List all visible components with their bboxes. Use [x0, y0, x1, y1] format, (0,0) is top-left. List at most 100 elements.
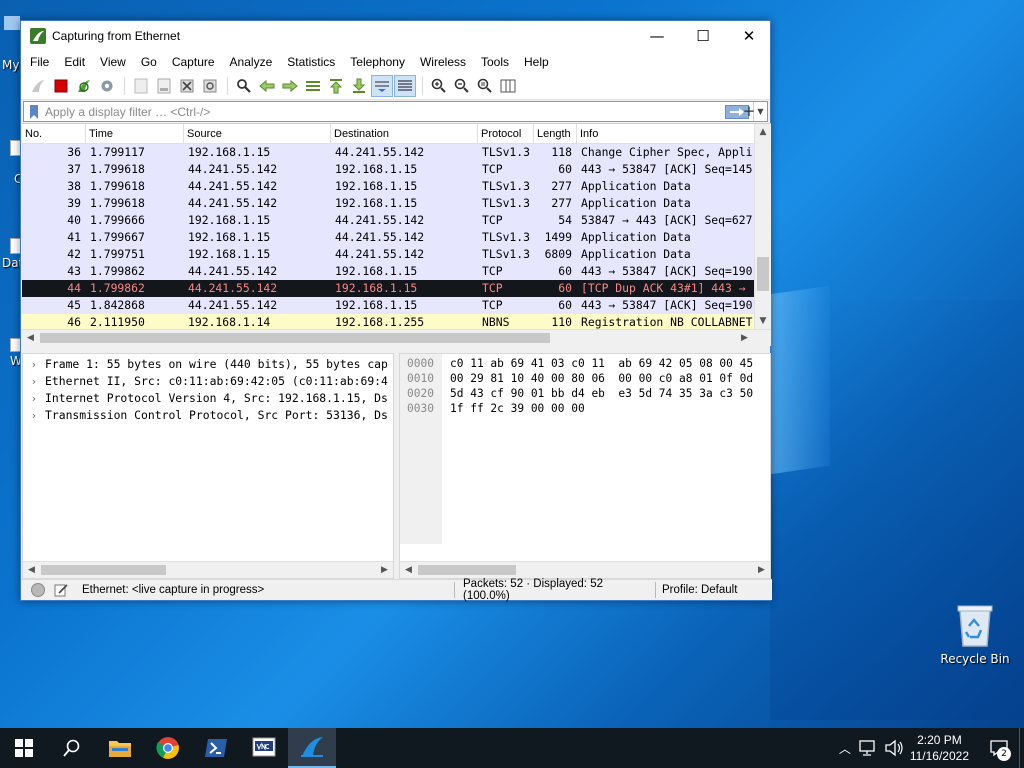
packet-row[interactable]: 42 1.799751 192.168.1.15 44.241.55.142 TLSv1…	[22, 246, 771, 263]
menu-statistics[interactable]: Statistics	[280, 51, 343, 73]
menu-capture[interactable]: Capture	[165, 51, 223, 73]
display-filter-input[interactable]	[41, 102, 725, 121]
save-file-icon[interactable]	[153, 75, 175, 97]
auto-scroll-icon[interactable]	[371, 75, 393, 97]
title-bar[interactable]: Capturing from Ethernet — ☐ ✕	[21, 21, 770, 51]
taskbar-chrome[interactable]	[144, 728, 192, 768]
colorize-icon[interactable]	[394, 75, 416, 97]
bytes-hscrollbar[interactable]: ◀ ▶	[400, 561, 770, 578]
scroll-thumb[interactable]	[418, 565, 516, 575]
hex-bytes[interactable]: 5d 43 cf 90 01 bb d4 eb e3 5d 74 35 3a c…	[442, 386, 753, 401]
stop-capture-icon[interactable]	[50, 75, 72, 97]
scroll-right-icon[interactable]: ▶	[376, 562, 393, 578]
capture-comment-icon[interactable]	[54, 583, 68, 597]
hex-bytes[interactable]: c0 11 ab 69 41 03 c0 11 ab 69 42 05 08 0…	[442, 356, 753, 371]
search-button[interactable]	[48, 728, 96, 768]
scroll-thumb[interactable]	[40, 333, 550, 343]
close-button[interactable]: ✕	[726, 21, 772, 51]
menu-edit[interactable]: Edit	[57, 51, 93, 73]
expand-chevron-icon[interactable]: ›	[23, 373, 45, 390]
menu-help[interactable]: Help	[517, 51, 557, 73]
details-hscrollbar[interactable]: ◀ ▶	[23, 561, 393, 578]
desktop-icon-partial[interactable]	[4, 14, 20, 54]
taskbar-file-explorer[interactable]	[96, 728, 144, 768]
packet-row[interactable]: 36 1.799117 192.168.1.15 44.241.55.142 TLSv1…	[22, 144, 771, 161]
scroll-left-icon[interactable]: ◀	[400, 562, 417, 578]
taskbar-powershell[interactable]	[192, 728, 240, 768]
reload-file-icon[interactable]	[199, 75, 221, 97]
go-back-icon[interactable]	[256, 75, 278, 97]
menu-tools[interactable]: Tools	[474, 51, 517, 73]
column-header-no[interactable]: No.	[22, 124, 86, 143]
column-header-len[interactable]: Length	[534, 124, 577, 143]
scroll-down-icon[interactable]: ▼	[755, 313, 771, 330]
start-button[interactable]	[0, 728, 48, 768]
column-header-proto[interactable]: Protocol	[478, 124, 534, 143]
menu-file[interactable]: File	[23, 51, 57, 73]
go-to-packet-icon[interactable]	[302, 75, 324, 97]
zoom-normal-icon[interactable]	[474, 75, 496, 97]
scroll-right-icon[interactable]: ▶	[753, 562, 770, 578]
expert-info-icon[interactable]	[31, 583, 45, 597]
packet-list-vscrollbar[interactable]: ▲ ▼	[754, 124, 771, 330]
maximize-button[interactable]: ☐	[680, 21, 726, 51]
menu-view[interactable]: View	[93, 51, 134, 73]
detail-tree-item[interactable]: › Internet Protocol Version 4, Src: 192.1…	[23, 390, 393, 407]
expand-chevron-icon[interactable]: ›	[23, 356, 45, 373]
detail-tree-item[interactable]: › Ethernet II, Src: c0:11:ab:69:42:05 (c0…	[23, 373, 393, 390]
go-first-packet-icon[interactable]	[325, 75, 347, 97]
packet-row[interactable]: 38 1.799618 44.241.55.142 192.168.1.15 TLSv1…	[22, 178, 771, 195]
scroll-thumb[interactable]	[757, 257, 769, 291]
network-icon[interactable]	[858, 739, 878, 757]
menu-wireless[interactable]: Wireless	[413, 51, 474, 73]
column-header-time[interactable]: Time	[86, 124, 184, 143]
resize-columns-icon[interactable]	[497, 75, 519, 97]
scroll-right-icon[interactable]: ▶	[736, 330, 753, 346]
profile-status[interactable]: Profile: Default	[660, 584, 737, 596]
tray-overflow-chevron-icon[interactable]: ︿	[834, 740, 856, 757]
menu-go[interactable]: Go	[134, 51, 165, 73]
close-file-icon[interactable]	[176, 75, 198, 97]
detail-tree-item[interactable]: › Frame 1: 55 bytes on wire (440 bits), 5…	[23, 356, 393, 373]
packet-row[interactable]: 43 1.799862 44.241.55.142 192.168.1.15 TCP 60…	[22, 263, 771, 280]
show-desktop-button[interactable]	[1019, 728, 1024, 768]
capture-options-icon[interactable]	[96, 75, 118, 97]
expand-chevron-icon[interactable]: ›	[23, 390, 45, 407]
taskbar-wireshark[interactable]	[288, 728, 336, 768]
open-file-icon[interactable]	[130, 75, 152, 97]
menu-analyze[interactable]: Analyze	[223, 51, 281, 73]
menu-telephony[interactable]: Telephony	[343, 51, 413, 73]
hex-bytes[interactable]: 00 29 81 10 40 00 80 06 00 00 c0 a8 01 0…	[442, 371, 753, 386]
packet-list-hscrollbar[interactable]: ◀ ▶	[22, 329, 771, 346]
volume-icon[interactable]	[884, 739, 904, 757]
detail-tree-item[interactable]: › Transmission Control Protocol, Src Port…	[23, 407, 393, 424]
action-center-button[interactable]: 2	[979, 728, 1019, 768]
zoom-in-icon[interactable]	[428, 75, 450, 97]
taskbar-vnc[interactable]	[240, 728, 288, 768]
column-header-info[interactable]: Info	[577, 124, 755, 143]
packet-row[interactable]: 40 1.799666 192.168.1.15 44.241.55.142 TCP 54…	[22, 212, 771, 229]
shark-fin-start-icon[interactable]	[27, 75, 49, 97]
recycle-bin-shortcut[interactable]: Recycle Bin	[940, 600, 1010, 672]
restart-capture-icon[interactable]	[73, 75, 95, 97]
packet-row[interactable]: 45 1.842868 44.241.55.142 192.168.1.15 TCP 60…	[22, 297, 771, 314]
scroll-thumb[interactable]	[41, 565, 166, 575]
column-header-dst[interactable]: Destination	[331, 124, 478, 143]
expand-chevron-icon[interactable]: ›	[23, 407, 45, 424]
scroll-up-icon[interactable]: ▲	[755, 124, 771, 141]
zoom-out-icon[interactable]	[451, 75, 473, 97]
go-forward-icon[interactable]	[279, 75, 301, 97]
minimize-button[interactable]: —	[634, 21, 680, 51]
packet-row[interactable]: 37 1.799618 44.241.55.142 192.168.1.15 TCP 60…	[22, 161, 771, 178]
add-filter-button[interactable]: +	[741, 101, 757, 122]
taskbar-clock[interactable]: 2:20 PM 11/16/2022	[910, 732, 969, 764]
bookmark-icon[interactable]	[27, 104, 41, 120]
scroll-left-icon[interactable]: ◀	[22, 330, 39, 346]
go-last-packet-icon[interactable]	[348, 75, 370, 97]
packet-row[interactable]: 39 1.799618 44.241.55.142 192.168.1.15 TLSv1…	[22, 195, 771, 212]
find-packet-icon[interactable]	[233, 75, 255, 97]
scroll-left-icon[interactable]: ◀	[23, 562, 40, 578]
hex-bytes[interactable]: 1f ff 2c 39 00 00 00	[442, 401, 585, 416]
column-header-src[interactable]: Source	[184, 124, 331, 143]
packet-row[interactable]: 44 1.799862 44.241.55.142 192.168.1.15 TCP 60…	[22, 280, 771, 297]
